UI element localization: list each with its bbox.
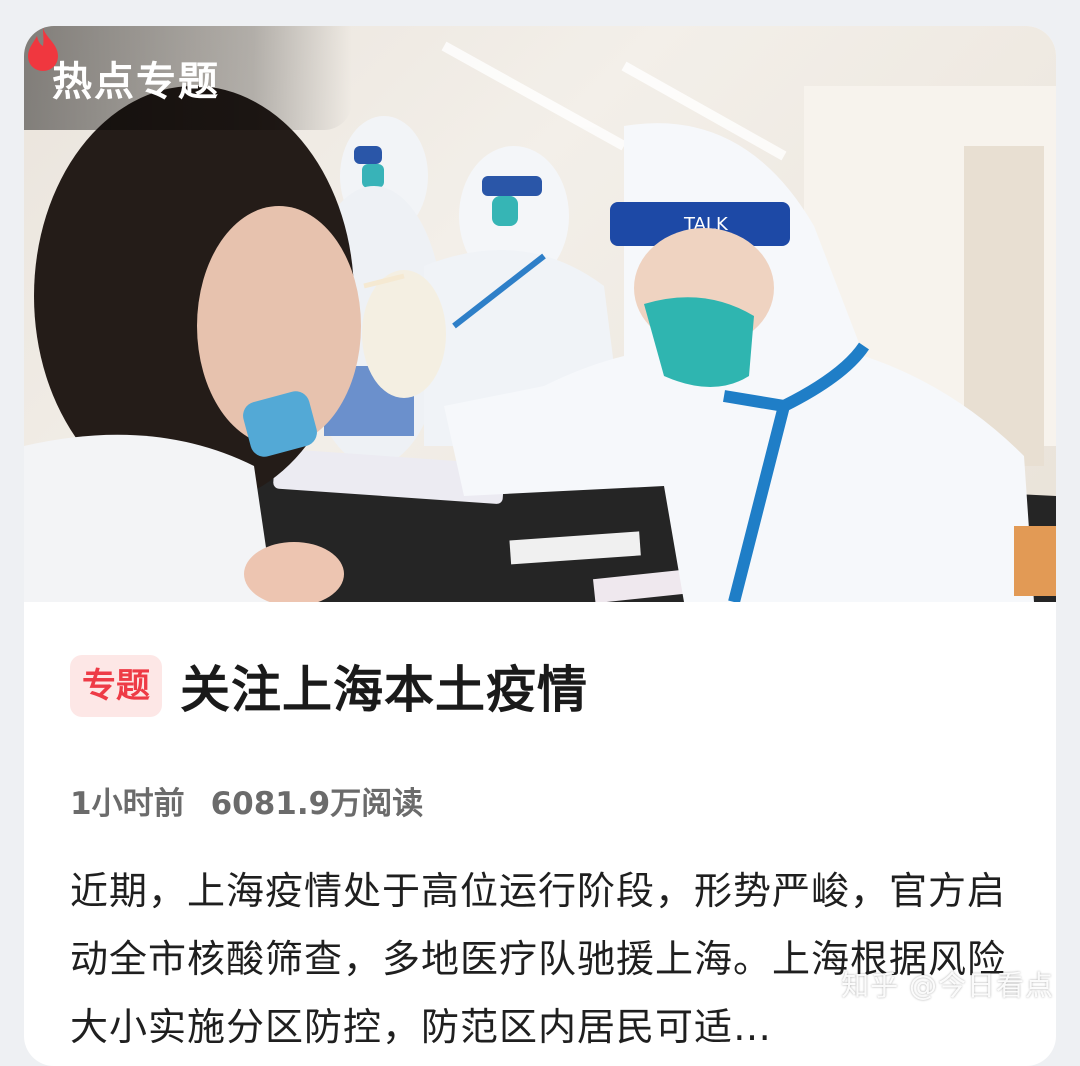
post-time: 1小时前 — [70, 786, 185, 822]
hot-topic-label: 热点专题 — [52, 59, 220, 105]
topic-card[interactable]: TALK 热点专题 专题 关注上海本土疫情 1小时前 6081.9万阅读 近期，… — [24, 26, 1056, 1066]
watermark: 知乎 @今日看点 — [841, 969, 1054, 1002]
hero-image[interactable]: TALK 热点专题 — [24, 26, 1056, 602]
topic-title[interactable]: 关注上海本土疫情 — [180, 650, 588, 722]
topic-tag: 专题 — [70, 655, 162, 717]
hot-topic-badge: 热点专题 — [24, 26, 352, 130]
read-count: 6081.9万阅读 — [210, 786, 424, 822]
flame-icon — [28, 28, 58, 71]
title-row: 专题 关注上海本土疫情 — [70, 646, 1020, 726]
topic-description[interactable]: 近期，上海疫情处于高位运行阶段，形势严峻，官方启动全市核酸筛查，多地医疗队驰援上… — [70, 857, 1010, 1061]
topic-meta: 1小时前 6081.9万阅读 — [70, 778, 1020, 823]
